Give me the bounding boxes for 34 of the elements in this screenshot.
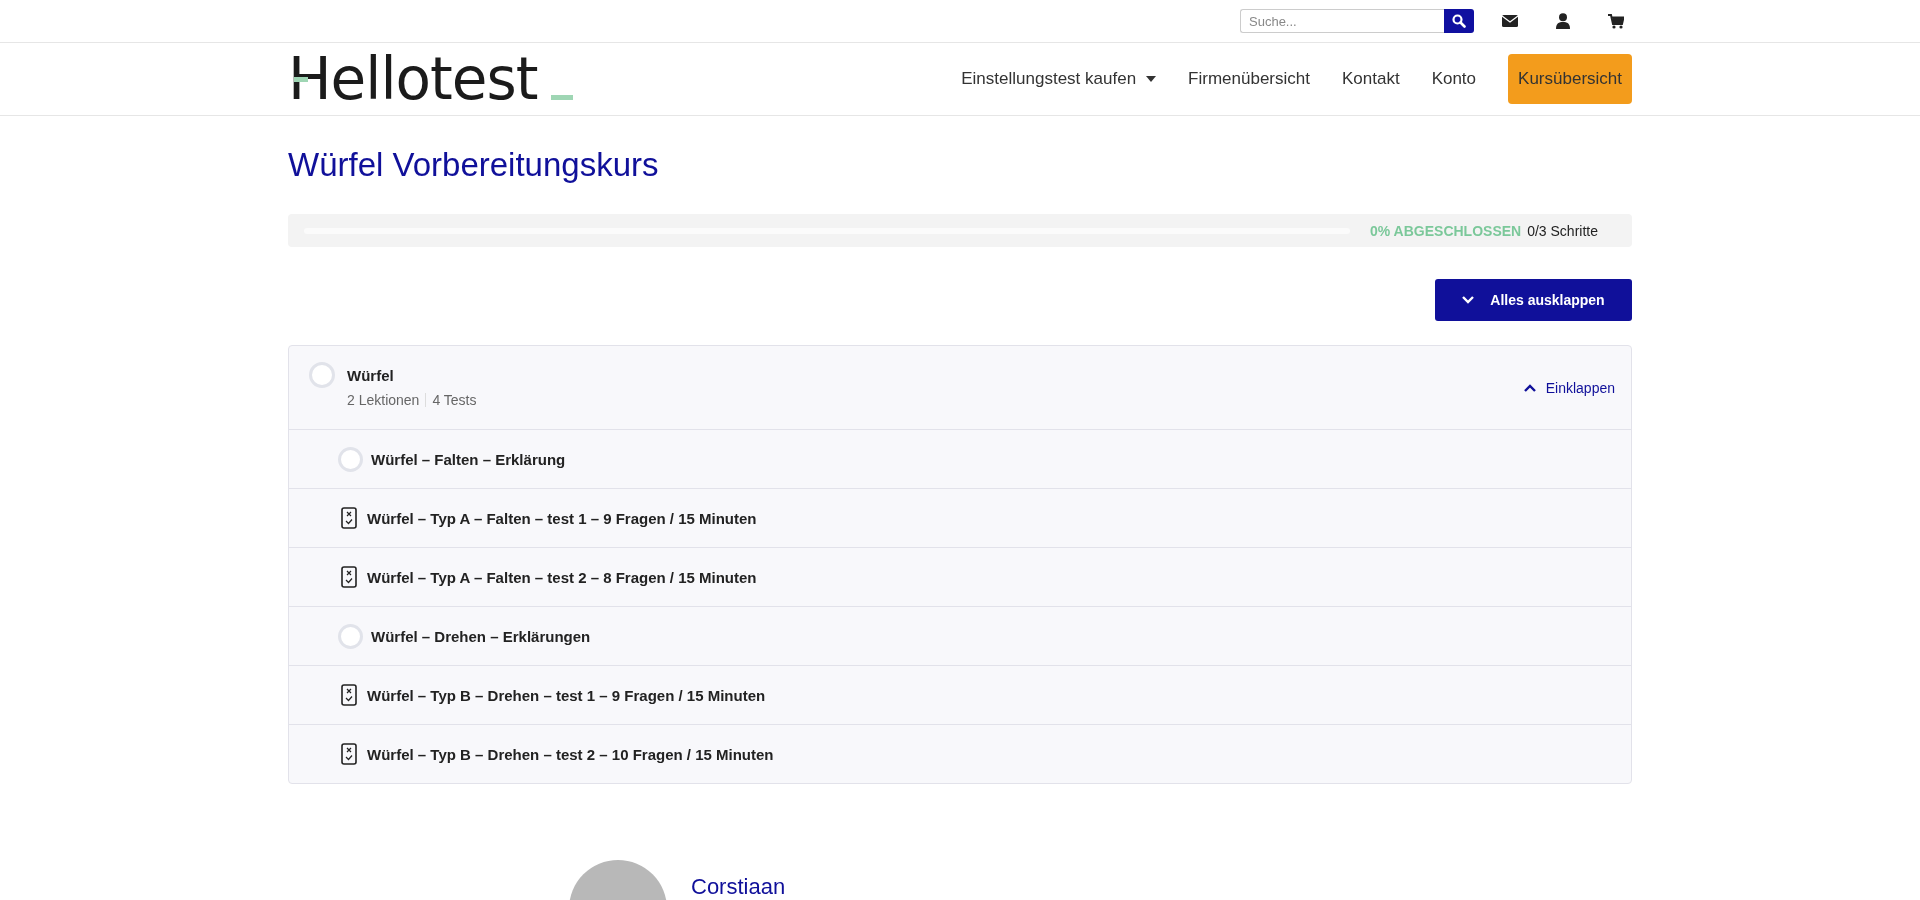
search-field[interactable]: Suche... (1240, 9, 1444, 33)
progress-steps: 0/3 Schritte (1527, 222, 1598, 239)
lessons-count: 2 Lektionen (347, 392, 420, 408)
nav-link[interactable]: Firmenübersicht (1188, 69, 1310, 89)
user-icon[interactable] (1556, 13, 1570, 29)
author-name: Corstiaan (691, 874, 786, 900)
progress-percent: 0% ABGESCHLOSSEN (1370, 222, 1522, 239)
quiz-icon (341, 684, 357, 706)
course-title: Würfel Vorbereitungskurs (288, 146, 660, 184)
logo[interactable]: Hellotest (288, 48, 574, 110)
quiz-icon (341, 743, 357, 765)
mail-icon[interactable] (1502, 15, 1518, 27)
search-icon (1452, 14, 1466, 28)
chevron-icon (1523, 383, 1536, 392)
section-title[interactable]: Würfel (347, 367, 1524, 384)
nav-link[interactable]: Konto (1431, 69, 1477, 89)
quiz-icon (341, 566, 357, 588)
nav-link[interactable]: Kontakt (1341, 69, 1400, 89)
collapse-toggle[interactable]: Einklappen (1523, 379, 1615, 396)
caret-icon (1146, 76, 1157, 82)
tests-count: 4 Tests (432, 392, 477, 408)
lesson-link[interactable]: Würfel – Typ B – Drehen – test 1 – 9 Fragen / 15 Minuten (367, 686, 766, 704)
nav-dropdown[interactable]: Einstellungstest kaufen (961, 69, 1157, 89)
cart-icon[interactable] (1608, 13, 1624, 29)
lesson-link[interactable]: Würfel – Typ B – Drehen – test 2 – 10 Fragen / 15 Minuten (367, 745, 774, 763)
expand-all-button[interactable]: Alles ausklappen (1435, 279, 1632, 321)
lesson-link[interactable]: Würfel – Typ A – Falten – test 2 – 8 Fragen / 15 Minuten (367, 568, 757, 586)
lesson-link[interactable]: Würfel – Drehen – Erklärungen (371, 627, 591, 645)
quiz-icon (341, 507, 357, 529)
nav-button[interactable]: Kursübersicht (1508, 54, 1632, 104)
chevron-down-icon (1462, 296, 1475, 304)
lesson-link[interactable]: Würfel – Falten – Erklärung (371, 450, 566, 468)
search-button[interactable] (1444, 9, 1474, 33)
lesson-link[interactable]: Würfel – Typ A – Falten – test 1 – 9 Fragen / 15 Minuten (367, 509, 757, 527)
